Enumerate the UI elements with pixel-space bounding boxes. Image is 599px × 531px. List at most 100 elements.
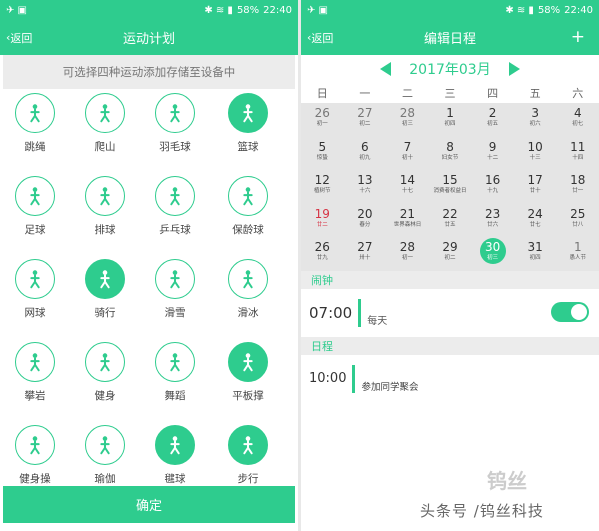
day-number: 7 bbox=[403, 139, 412, 154]
calendar-day[interactable]: 16 十九 bbox=[471, 170, 514, 204]
calendar-day[interactable]: 18 廿一 bbox=[556, 170, 599, 204]
add-icon[interactable]: + bbox=[571, 27, 585, 47]
sport-item[interactable]: 毽球 bbox=[145, 425, 205, 486]
alarm-toggle[interactable] bbox=[551, 301, 589, 322]
back-button[interactable]: ‹ 返回 bbox=[6, 30, 32, 46]
sport-item[interactable]: 健身操 bbox=[5, 425, 65, 486]
status-bar: ✈ ▣ ✱ ≋ ▮ 58% 22:40 bbox=[301, 0, 599, 20]
calendar-day[interactable]: 26 廿九 bbox=[301, 237, 344, 271]
sport-item[interactable]: 瑜伽 bbox=[75, 425, 135, 486]
calendar-day[interactable]: 7 初十 bbox=[386, 137, 429, 171]
confirm-button[interactable]: 确定 bbox=[3, 486, 295, 523]
calendar-day[interactable]: 3 初六 bbox=[514, 103, 557, 137]
alarm-row[interactable]: 07:00 每天 bbox=[301, 289, 599, 337]
calendar-day[interactable]: 31 初四 bbox=[514, 237, 557, 271]
calendar-day-selected[interactable]: 30 初三 bbox=[471, 237, 514, 271]
calendar-day[interactable]: 20 春分 bbox=[344, 204, 387, 238]
lunar-date: 初二 bbox=[444, 255, 456, 261]
calendar-week: 26 廿九 27 卅十 28 初一 29 初二 30 初三 31 初四 1 愚人节 bbox=[301, 237, 599, 271]
sport-item[interactable]: 舞蹈 bbox=[145, 342, 205, 403]
lunar-date: 春分 bbox=[359, 221, 371, 228]
calendar-day[interactable]: 29 初二 bbox=[429, 237, 472, 271]
watermark-logo: 钨丝 bbox=[487, 469, 527, 493]
calendar-day[interactable]: 27 卅十 bbox=[344, 237, 387, 271]
calendar-day[interactable]: 15 消费者权益日 bbox=[429, 170, 472, 204]
lunar-date: 植树节 bbox=[314, 188, 331, 194]
calendar-day[interactable]: 13 十六 bbox=[344, 170, 387, 204]
sport-item[interactable]: 滑冰 bbox=[218, 259, 278, 320]
calendar-day[interactable]: 25 廿八 bbox=[556, 204, 599, 238]
sport-item[interactable]: 篮球 bbox=[218, 93, 278, 154]
sport-item[interactable]: 足球 bbox=[5, 176, 65, 237]
calendar-day[interactable]: 28 初一 bbox=[386, 237, 429, 271]
event-row[interactable]: 10:00 参加同学聚会 bbox=[301, 355, 599, 403]
sport-item[interactable]: 攀岩 bbox=[5, 342, 65, 403]
lunar-date: 十四 bbox=[572, 154, 584, 161]
lunar-date: 十三 bbox=[529, 154, 541, 161]
calendar-day[interactable]: 9 十二 bbox=[471, 137, 514, 171]
sport-label: 保龄球 bbox=[232, 224, 264, 236]
status-signal-icons: ✱ ≋ ▮ bbox=[505, 4, 534, 16]
sport-item[interactable]: 保龄球 bbox=[218, 176, 278, 237]
day-number: 12 bbox=[314, 173, 330, 187]
lunar-date: 廿九 bbox=[316, 255, 328, 261]
day-number: 20 bbox=[357, 206, 373, 221]
day-number: 4 bbox=[573, 106, 582, 120]
alarm-section-header: 闹钟 bbox=[301, 270, 599, 289]
calendar-day[interactable]: 1 愚人节 bbox=[556, 237, 599, 271]
day-number: 9 bbox=[488, 139, 497, 154]
calendar-day[interactable]: 17 廿十 bbox=[514, 170, 557, 204]
sport-item[interactable]: 骑行 bbox=[75, 259, 135, 320]
day-number: 27 bbox=[357, 240, 373, 254]
sport-item[interactable]: 排球 bbox=[75, 176, 135, 237]
skating-icon bbox=[228, 259, 268, 299]
calendar-day[interactable]: 4 初七 bbox=[556, 103, 599, 137]
sport-item[interactable]: 乒乓球 bbox=[145, 176, 205, 237]
calendar-day[interactable]: 11 十四 bbox=[556, 137, 599, 171]
calendar-day[interactable]: 23 廿六 bbox=[471, 204, 514, 238]
sport-item[interactable]: 健身 bbox=[75, 342, 135, 403]
calendar-day[interactable]: 1 初四 bbox=[429, 103, 472, 137]
walking-icon bbox=[228, 425, 268, 465]
sport-item[interactable]: 羽毛球 bbox=[145, 93, 205, 154]
lunar-date: 初六 bbox=[529, 121, 541, 127]
day-number: 24 bbox=[527, 206, 543, 221]
sport-item[interactable]: 网球 bbox=[5, 259, 65, 320]
status-bar: ✈ ▣ ✱ ≋ ▮ 58% 22:40 bbox=[0, 0, 298, 20]
sport-item[interactable]: 爬山 bbox=[75, 93, 135, 154]
lunar-date: 初五 bbox=[487, 121, 499, 127]
day-number: 26 bbox=[314, 240, 330, 254]
status-app-icons: ✈ ▣ bbox=[6, 4, 28, 16]
calendar-week: 12 植树节 13 十六 14 十七 15 消费者权益日 16 十九 17 廿十 18 廿一 bbox=[301, 170, 599, 204]
battery-level: 58% bbox=[537, 4, 561, 16]
alarm-bar bbox=[358, 298, 362, 327]
calendar-day[interactable]: 19 廿二 bbox=[301, 204, 344, 238]
next-month-icon[interactable] bbox=[508, 62, 520, 76]
calendar-day[interactable]: 14 十七 bbox=[386, 170, 429, 204]
month-label: 2017年03月 bbox=[409, 62, 491, 78]
calendar-day[interactable]: 22 廿五 bbox=[429, 204, 472, 238]
nav-bar: ‹ 返回 编辑日程 + bbox=[301, 20, 599, 55]
calendar-day[interactable]: 10 十三 bbox=[514, 137, 557, 171]
calendar-week: 5 惊蛰 6 初九 7 初十 8 妇女节 9 十二 10 十三 11 十四 bbox=[301, 137, 599, 171]
calendar-day[interactable]: 8 妇女节 bbox=[429, 137, 472, 171]
day-number: 25 bbox=[570, 206, 586, 221]
prev-month-icon[interactable] bbox=[380, 62, 392, 76]
sport-item[interactable]: 跳绳 bbox=[5, 93, 65, 154]
sport-item[interactable]: 平板撑 bbox=[218, 342, 278, 403]
bowling-icon bbox=[228, 176, 268, 216]
calendar-day[interactable]: 26 初一 bbox=[301, 103, 344, 137]
calendar-day[interactable]: 28 初三 bbox=[386, 103, 429, 137]
calendar-day[interactable]: 27 初二 bbox=[344, 103, 387, 137]
calendar-day[interactable]: 12 植树节 bbox=[301, 170, 344, 204]
sport-item[interactable]: 步行 bbox=[218, 425, 278, 486]
day-number: 19 bbox=[314, 206, 330, 221]
calendar-day[interactable]: 6 初九 bbox=[344, 137, 387, 171]
back-button[interactable]: ‹ 返回 bbox=[307, 30, 333, 46]
calendar-day[interactable]: 24 廿七 bbox=[514, 204, 557, 238]
day-number: 1 bbox=[573, 240, 582, 254]
calendar-day[interactable]: 5 惊蛰 bbox=[301, 137, 344, 171]
calendar-day[interactable]: 21 世界森林日 bbox=[386, 204, 429, 238]
calendar-day[interactable]: 2 初五 bbox=[471, 103, 514, 137]
sport-item[interactable]: 滑雪 bbox=[145, 259, 205, 320]
